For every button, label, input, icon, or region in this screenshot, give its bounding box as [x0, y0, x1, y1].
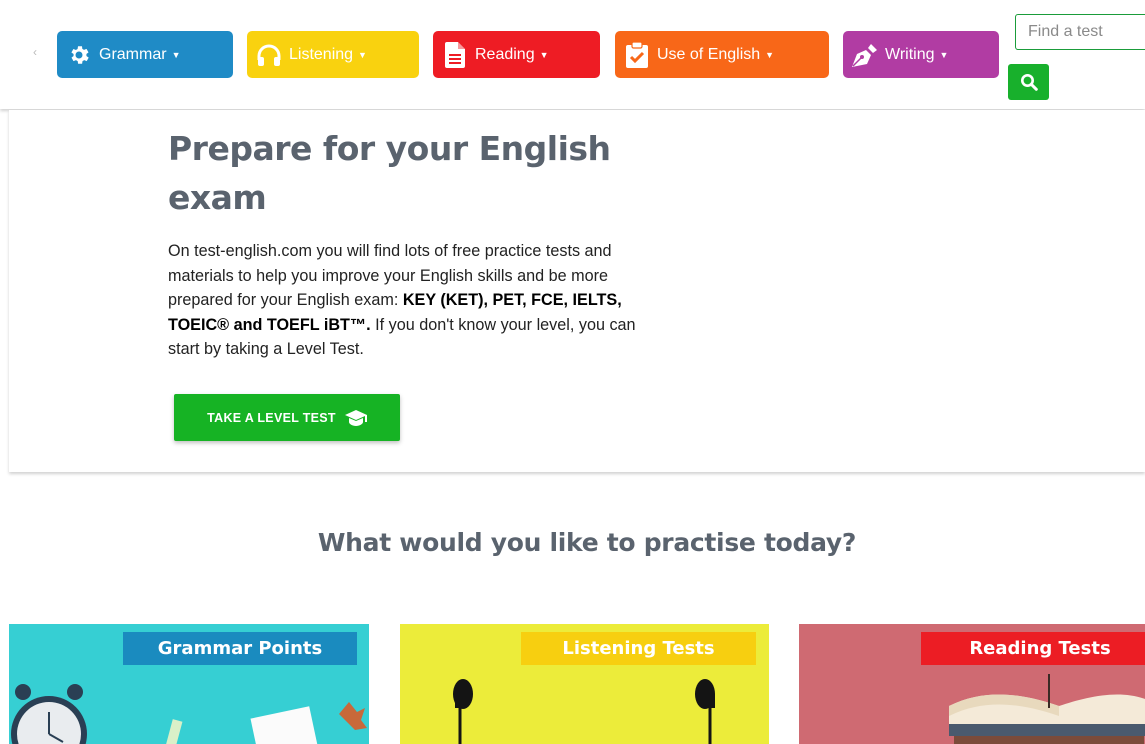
headphones-icon	[255, 41, 283, 69]
nav-writing-label: Writing	[885, 45, 935, 63]
reading-tests-card[interactable]: Reading Tests	[799, 624, 1145, 744]
clipboard-check-icon	[623, 41, 651, 69]
listening-tests-card[interactable]: Listening Tests	[400, 624, 769, 744]
listening-tests-label: Listening Tests	[521, 632, 756, 665]
document-icon	[441, 41, 469, 69]
caret-down-icon: ▼	[358, 49, 367, 60]
nav-listening-label: Listening	[289, 45, 354, 63]
hero-description: On test-english.com you will find lots o…	[168, 239, 638, 362]
nav-use-of-english-button[interactable]: Use of English ▼	[615, 31, 829, 78]
nav-listening-button[interactable]: Listening ▼	[247, 31, 419, 78]
nav-reading-button[interactable]: Reading ▼	[433, 31, 600, 78]
caret-down-icon: ▼	[939, 49, 949, 60]
hero-title: Prepare for your English exam	[168, 129, 611, 217]
nav-reading-label: Reading	[475, 45, 535, 63]
nav-grammar-label: Grammar	[99, 45, 167, 63]
practise-heading: What would you like to practise today?	[317, 528, 857, 557]
nav-grammar-button[interactable]: Grammar ▼	[57, 31, 233, 78]
nav-scroll-left-icon[interactable]: ‹	[33, 45, 39, 59]
top-navigation: ‹ Grammar ▼ Listening ▼ Reading ▼ Use of…	[0, 0, 1145, 109]
graduation-cap-icon	[344, 409, 367, 426]
search-icon	[1020, 73, 1038, 91]
take-level-test-button[interactable]: TAKE A LEVEL TEST	[174, 394, 400, 441]
caret-down-icon: ▼	[171, 49, 181, 60]
caret-down-icon: ▼	[539, 49, 549, 60]
take-level-test-label: TAKE A LEVEL TEST	[207, 410, 336, 425]
search-button[interactable]	[1008, 64, 1049, 100]
nav-writing-button[interactable]: Writing ▼	[843, 31, 999, 78]
search-input[interactable]	[1015, 14, 1145, 50]
hero-section: Prepare for your English exam On test-en…	[9, 110, 1145, 472]
caret-down-icon: ▼	[765, 49, 775, 60]
nav-use-of-english-label: Use of English	[657, 45, 761, 63]
reading-tests-label: Reading Tests	[921, 632, 1145, 665]
grammar-points-label: Grammar Points	[123, 632, 357, 665]
grammar-points-card[interactable]: Grammar Points	[9, 624, 369, 744]
pen-nib-icon	[851, 41, 879, 69]
gear-icon	[65, 41, 93, 69]
